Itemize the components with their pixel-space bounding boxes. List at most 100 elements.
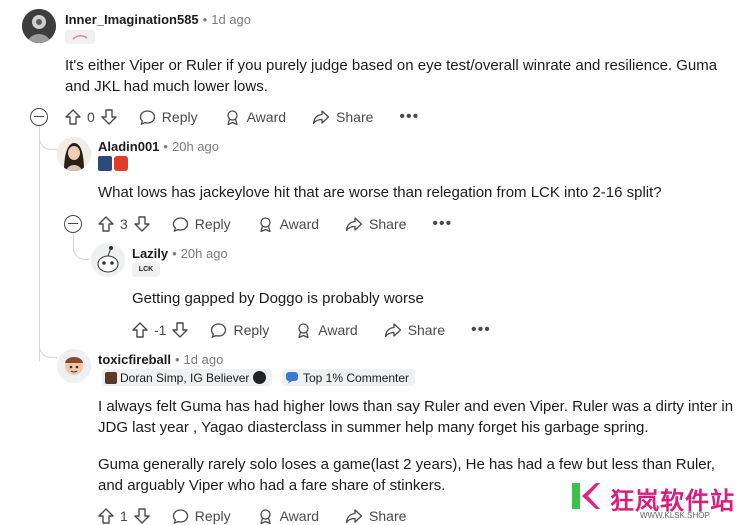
comment-body: What lows has jackeylove hit that are wo… — [98, 184, 662, 201]
downvote-icon[interactable] — [172, 322, 189, 338]
username[interactable]: toxicfireball — [98, 352, 171, 367]
vote-count: 0 — [87, 109, 95, 125]
avatar[interactable] — [91, 243, 125, 277]
upvote-icon[interactable] — [132, 322, 148, 338]
award-icon — [226, 109, 238, 125]
vote-count: -1 — [154, 322, 167, 338]
thread-connector — [39, 340, 57, 358]
comment-actions: 0 Reply Award Share ••• — [65, 106, 419, 128]
vote-group: 3 — [98, 216, 150, 232]
upvote-icon[interactable] — [98, 216, 114, 232]
downvote-icon[interactable] — [134, 216, 150, 232]
reply-icon — [211, 322, 227, 338]
top-commenter-badge: Top 1% Commenter — [282, 369, 416, 386]
share-button[interactable]: Share — [312, 109, 373, 125]
badge-text: Top 1% Commenter — [303, 370, 410, 385]
vote-count: 3 — [120, 216, 128, 232]
flair-avatar-icon — [105, 371, 117, 384]
thread-connector — [73, 240, 89, 260]
faction-icon — [114, 156, 128, 171]
downvote-icon[interactable] — [101, 109, 117, 125]
reply-button[interactable]: Reply — [210, 322, 269, 339]
reply-label: Reply — [161, 109, 198, 125]
team-logo-icon — [98, 156, 112, 171]
timestamp: 20h ago — [180, 246, 228, 261]
vote-count: 1 — [120, 508, 128, 524]
reply-label: Reply — [194, 508, 231, 524]
watermark-url: WWW.KLSK.SHOP — [640, 511, 710, 520]
award-button[interactable]: Award — [257, 216, 319, 233]
comment-body: It's either Viper or Ruler if you purely… — [65, 57, 718, 95]
upvote-icon[interactable] — [98, 508, 114, 524]
share-button[interactable]: Share — [345, 216, 406, 232]
downvote-icon[interactable] — [134, 508, 150, 524]
award-button[interactable]: Award — [295, 322, 358, 339]
user-flair: LCK — [132, 262, 160, 277]
comment-header: Inner_Imagination585 • 1d ago — [65, 12, 251, 27]
timestamp: 1d ago — [211, 12, 251, 27]
comment-actions: 1 Reply Award Share — [98, 505, 432, 525]
reply-button[interactable]: Reply — [139, 109, 198, 126]
reply-icon — [172, 216, 188, 232]
more-icon[interactable]: ••• — [432, 215, 452, 233]
username[interactable]: Aladin001 — [98, 139, 159, 154]
upvote-icon[interactable] — [65, 109, 81, 125]
reply-label: Reply — [233, 322, 270, 338]
reply-icon — [172, 508, 188, 524]
award-button[interactable]: Award — [224, 109, 286, 126]
share-label: Share — [407, 322, 446, 338]
award-label: Award — [279, 508, 320, 524]
watermark-logo-icon — [572, 483, 600, 509]
thread-connector — [39, 130, 57, 150]
user-flair: Doran Simp, IG Believer — [102, 369, 273, 386]
user-flair — [65, 30, 95, 44]
comment-header: Lazily • 20h ago — [132, 246, 228, 261]
share-label: Share — [369, 216, 407, 232]
comment-body: I always felt Guma has had higher lows t… — [98, 398, 734, 436]
avatar[interactable] — [57, 349, 91, 383]
more-icon[interactable]: ••• — [399, 108, 419, 126]
timestamp: 20h ago — [171, 139, 219, 154]
flair-text: LCK — [138, 266, 154, 273]
award-label: Award — [246, 109, 287, 125]
watermark: 狂岚软件站 WWW.KLSK.SHOP — [550, 475, 750, 525]
award-icon — [259, 216, 271, 232]
comment-body: Getting gapped by Doggo is probably wors… — [132, 290, 424, 307]
award-label: Award — [318, 322, 358, 338]
collapse-icon[interactable] — [30, 108, 48, 126]
share-button[interactable]: Share — [384, 322, 445, 338]
commenter-badge-icon — [286, 372, 298, 384]
vote-group: 1 — [98, 508, 150, 524]
share-button[interactable]: Share — [345, 508, 406, 524]
award-button[interactable]: Award — [257, 508, 319, 525]
user-flair — [98, 156, 144, 171]
avatar[interactable] — [22, 9, 56, 43]
share-label: Share — [369, 508, 407, 524]
username[interactable]: Inner_Imagination585 — [65, 12, 199, 27]
share-label: Share — [336, 109, 374, 125]
share-icon — [345, 217, 363, 232]
comment-header: Aladin001 • 20h ago — [98, 139, 219, 154]
award-label: Award — [279, 216, 320, 232]
reply-button[interactable]: Reply — [172, 216, 231, 233]
thread-line-root — [39, 126, 40, 361]
award-icon — [298, 322, 309, 338]
avatar[interactable] — [57, 137, 91, 171]
comment-header: toxicfireball • 1d ago — [98, 352, 224, 367]
comment-actions: -1 Reply Award Share ••• — [132, 319, 491, 341]
share-icon — [312, 110, 330, 125]
more-icon[interactable]: ••• — [471, 321, 491, 339]
comment-actions: 3 Reply Award Share ••• — [98, 213, 452, 235]
award-icon — [259, 508, 271, 524]
reply-icon — [139, 109, 155, 125]
vote-group: 0 — [65, 109, 117, 125]
flair-text: Doran Simp, IG Believer — [120, 370, 250, 385]
timestamp: 1d ago — [183, 352, 224, 367]
reply-button[interactable]: Reply — [172, 508, 231, 525]
team-logo-icon — [253, 371, 267, 384]
collapse-icon[interactable] — [64, 215, 82, 233]
share-icon — [384, 323, 401, 338]
share-icon — [345, 509, 363, 524]
username[interactable]: Lazily — [132, 246, 168, 261]
vote-group: -1 — [132, 322, 189, 338]
